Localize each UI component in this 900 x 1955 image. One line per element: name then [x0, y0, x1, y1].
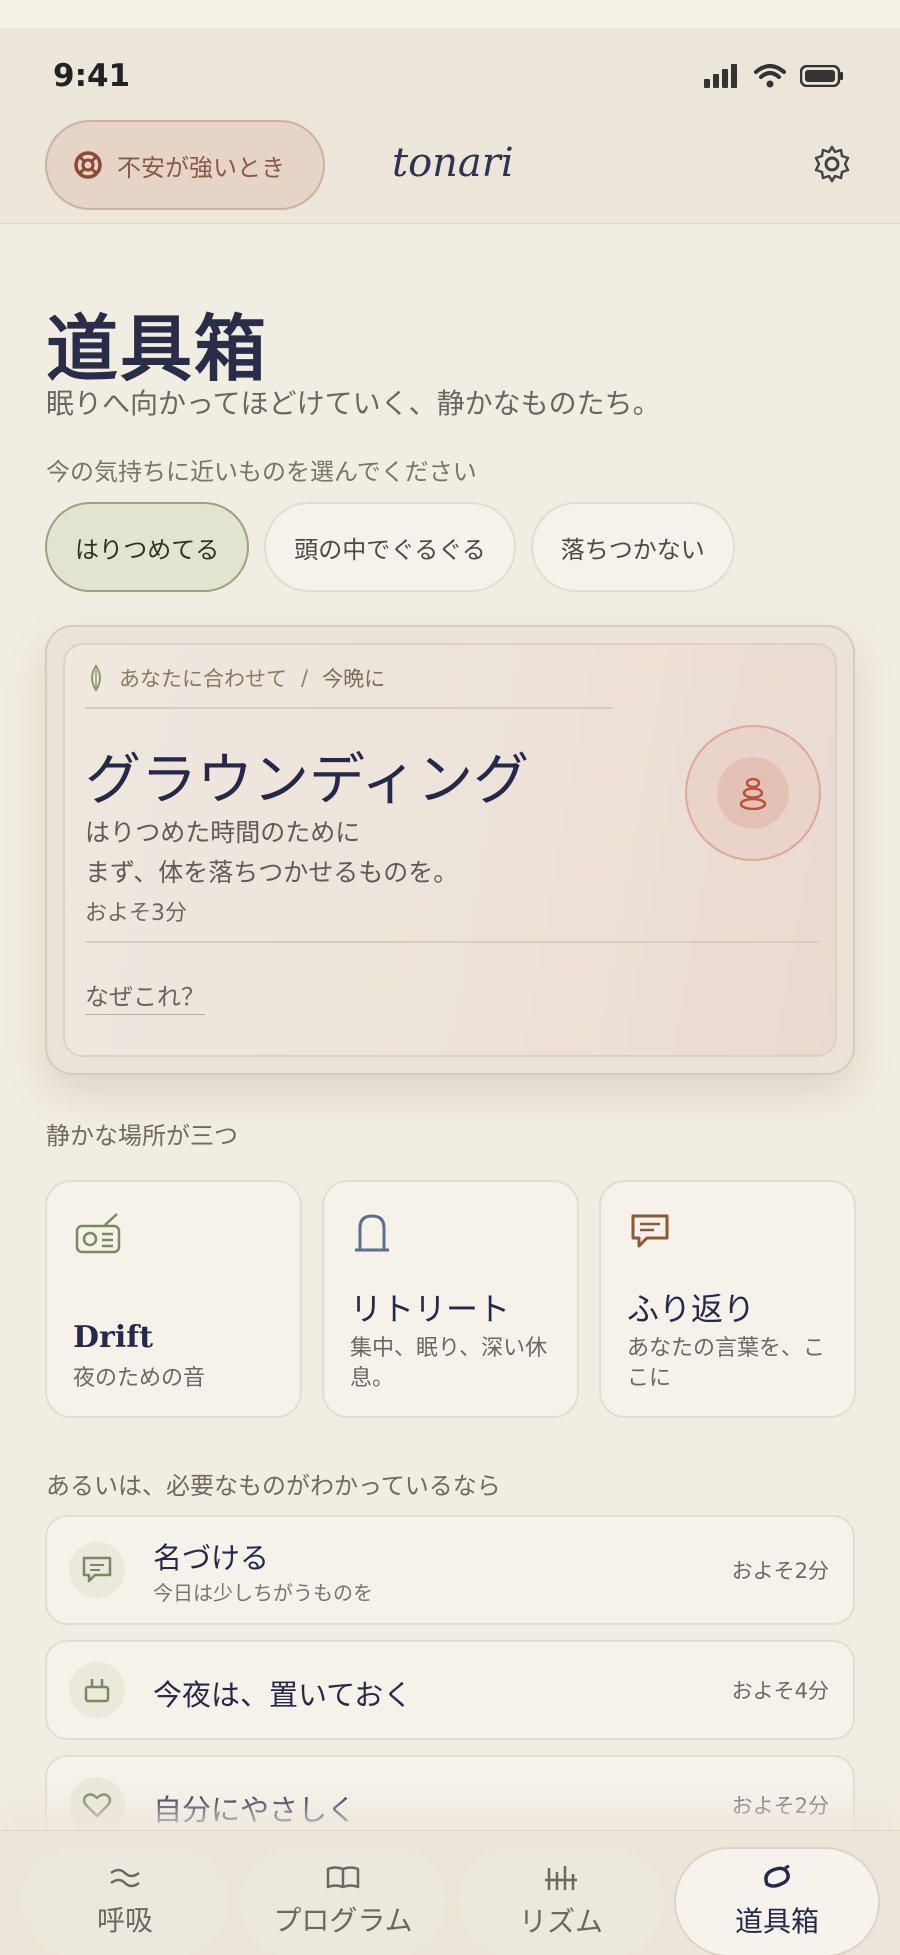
tab-program[interactable]: プログラム	[240, 1847, 446, 1955]
list-item-duration: およそ2分	[731, 1794, 829, 1818]
app-header: 不安が強いとき tonari	[0, 118, 900, 224]
mood-chips: はりつめてる 頭の中でぐるぐる 落ちつかない	[45, 502, 735, 592]
place-description: あなたの言葉を、ここに	[627, 1336, 826, 1391]
status-time: 9:41	[53, 58, 131, 94]
speech-bubble-icon	[631, 1214, 669, 1248]
chat-icon	[82, 1556, 112, 1583]
divider	[85, 707, 613, 709]
recommendation-inner: あなたに合わせて / 今晩に グラウンディング はりつめた時間のために まず、体…	[63, 643, 837, 1057]
divider	[85, 941, 819, 943]
recommendation-line-1: はりつめた時間のために	[85, 818, 361, 847]
status-icons	[704, 64, 844, 88]
mood-chip-tense[interactable]: はりつめてる	[45, 502, 250, 592]
places-label: 静かな場所が三つ	[46, 1122, 238, 1150]
recommendation-when: 今晩に	[322, 667, 386, 691]
recommendation-title: グラウンディング	[85, 748, 530, 813]
list-item[interactable]: 今夜は、置いておく およそ4分	[45, 1640, 855, 1740]
leaf-icon	[91, 664, 101, 692]
recommendation-duration: およそ3分	[85, 901, 187, 926]
toolbox-icon	[764, 1864, 790, 1888]
basket-icon-wrap	[69, 1662, 125, 1718]
heart-icon	[82, 1793, 112, 1818]
tab-label: 呼吸	[96, 1904, 153, 1937]
list-item-title: 名づける	[153, 1541, 270, 1575]
quick-label: あるいは、必要なものがわかっているなら	[46, 1472, 501, 1500]
lifebuoy-icon	[74, 151, 102, 179]
recommendation-tag-label: あなたに合わせて	[119, 667, 287, 691]
recommendation-card[interactable]: あなたに合わせて / 今晩に グラウンディング はりつめた時間のために まず、体…	[45, 625, 855, 1075]
grounding-orb[interactable]	[685, 725, 821, 861]
heart-icon-wrap	[69, 1777, 125, 1833]
places-row: Drift 夜のための音 リトリート 集中、眠り、深い休息。 ふり返り あなたの…	[45, 1180, 856, 1418]
mood-chip-racing-thoughts[interactable]: 頭の中でぐるぐる	[264, 502, 516, 592]
place-card-reflection[interactable]: ふり返り あなたの言葉を、ここに	[599, 1180, 856, 1418]
tab-toolbox[interactable]: 道具箱	[674, 1847, 880, 1955]
place-card-drift[interactable]: Drift 夜のための音	[45, 1180, 302, 1418]
why-this-link[interactable]: なぜこれ？	[85, 977, 205, 1015]
recommendation-line-2: まず、体を落ちつかせるものを。	[85, 858, 459, 887]
page-subtitle: 眠りへ向かってほどけていく、静かなものたち。	[46, 387, 661, 420]
gear-icon[interactable]	[812, 144, 852, 184]
grounding-orb-core	[717, 757, 789, 829]
tab-label: プログラム	[273, 1904, 413, 1937]
book-icon	[326, 1866, 360, 1889]
wifi-icon	[754, 64, 786, 88]
top-strip	[0, 0, 900, 28]
list-item[interactable]: 名づける 今日は少しちがうものを およそ2分	[45, 1515, 855, 1625]
tab-rhythm[interactable]: リズム	[458, 1847, 664, 1955]
recommendation-tag: あなたに合わせて / 今晩に	[87, 663, 385, 693]
rhythm-icon	[545, 1866, 577, 1890]
place-title: Drift	[73, 1320, 153, 1355]
brand-logo: tonari	[392, 140, 514, 186]
stacked-stones-icon	[739, 777, 767, 810]
tab-bar: 呼吸 プログラム リズム 道具箱	[0, 1830, 900, 1955]
list-item-title: 今夜は、置いておく	[153, 1678, 413, 1712]
mood-chip-restless[interactable]: 落ちつかない	[530, 502, 735, 592]
battery-icon	[800, 65, 843, 87]
list-item-subtitle: 今日は少しちがうものを	[153, 1581, 373, 1605]
quick-list: 名づける 今日は少しちがうものを およそ2分 今夜は、置いておく およそ4分 自…	[45, 1515, 855, 1870]
signal-icon	[704, 64, 737, 88]
status-bar: 9:41	[0, 28, 900, 118]
arch-icon	[355, 1214, 389, 1252]
chat-icon-wrap	[69, 1542, 125, 1598]
place-description: 夜のための音	[73, 1366, 206, 1391]
mood-prompt: 今の気持ちに近いものを選んでください	[46, 458, 477, 486]
recommendation-tag-separator: /	[301, 666, 309, 690]
page-title: 道具箱	[46, 307, 269, 391]
radio-icon	[75, 1213, 121, 1254]
list-item-title: 自分にやさしく	[153, 1793, 357, 1827]
breath-icon	[110, 1868, 140, 1888]
anxiety-help-label: 不安が強いとき	[117, 153, 285, 182]
basket-icon	[84, 1679, 110, 1703]
tab-breath[interactable]: 呼吸	[22, 1847, 228, 1955]
place-title: リトリート	[350, 1290, 511, 1328]
anxiety-help-button[interactable]: 不安が強いとき	[45, 120, 325, 210]
place-title: ふり返り	[627, 1290, 756, 1328]
tab-label: 道具箱	[734, 1905, 819, 1938]
place-card-retreat[interactable]: リトリート 集中、眠り、深い休息。	[322, 1180, 579, 1418]
list-item-duration: およそ2分	[731, 1559, 829, 1583]
place-description: 集中、眠り、深い休息。	[350, 1336, 548, 1391]
tab-label: リズム	[518, 1905, 603, 1938]
list-item-duration: およそ4分	[731, 1679, 829, 1703]
